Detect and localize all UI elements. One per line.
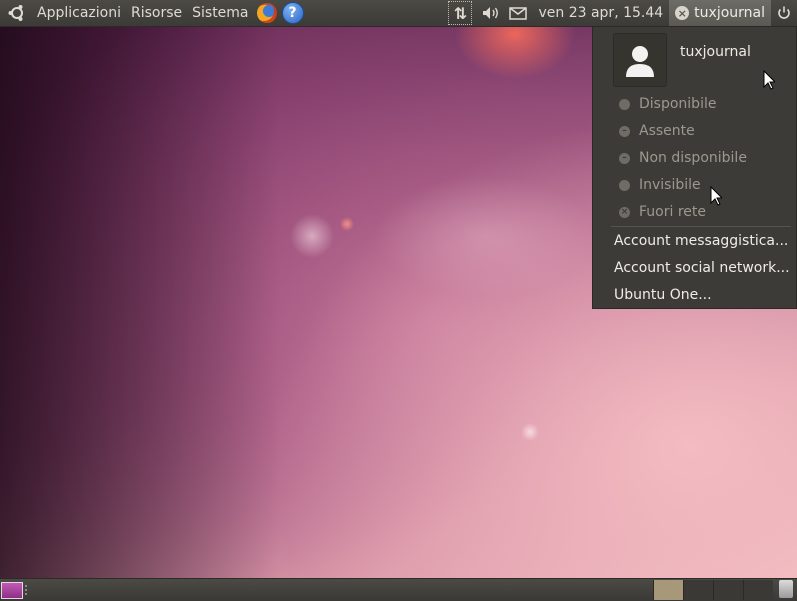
status-non-disponibile[interactable]: – Non disponibile (619, 150, 747, 166)
mouse-cursor-icon (763, 70, 775, 90)
ubuntu-logo-icon[interactable] (6, 2, 28, 24)
menu-separator (611, 226, 791, 227)
menu-risorse[interactable]: Risorse (126, 5, 187, 21)
workspace-2[interactable] (683, 580, 713, 600)
clock[interactable]: ven 23 apr, 15.44 (530, 5, 669, 21)
user-menu-button[interactable]: × tuxjournal (669, 0, 771, 26)
account-social-network-item[interactable]: Account social network... (614, 260, 790, 276)
user-menu-label: tuxjournal (694, 5, 765, 21)
power-icon[interactable] (771, 0, 797, 26)
status-label: Disponibile (639, 96, 717, 112)
system-tray: ⇅ ven 23 apr, 15.44 × tuxjournal (448, 0, 797, 26)
panel-handle[interactable] (25, 585, 30, 595)
status-fuori-rete[interactable]: × Fuori rete (619, 204, 706, 220)
status-invisible-icon (619, 179, 630, 191)
me-menu-dropdown: tuxjournal Disponibile – Assente – Non d… (592, 26, 797, 309)
top-panel: Applicazioni Risorse Sistema ? ⇅ ven 23 … (0, 0, 797, 27)
status-invisibile[interactable]: Invisibile (619, 177, 701, 193)
menu-applicazioni[interactable]: Applicazioni (32, 5, 126, 21)
workspace-1[interactable] (653, 580, 683, 600)
menu-sistema[interactable]: Sistema (187, 5, 253, 21)
workspace-4[interactable] (743, 580, 773, 600)
status-label: Invisibile (639, 177, 701, 193)
status-label: Non disponibile (639, 150, 747, 166)
volume-icon[interactable] (476, 0, 506, 26)
status-busy-icon: – (619, 152, 630, 164)
firefox-icon[interactable] (256, 3, 277, 23)
help-icon[interactable]: ? (281, 2, 304, 24)
mouse-cursor-icon (710, 186, 722, 206)
status-offline-icon: × (619, 206, 630, 218)
ubuntu-one-item[interactable]: Ubuntu One... (614, 287, 712, 303)
workspace-3[interactable] (713, 580, 743, 600)
mail-icon[interactable] (506, 0, 530, 26)
show-desktop-icon[interactable] (1, 582, 23, 599)
account-messaggistica-item[interactable]: Account messaggistica... (614, 233, 788, 249)
status-available-icon (619, 98, 630, 110)
status-disponibile[interactable]: Disponibile (619, 96, 716, 112)
status-assente[interactable]: – Assente (619, 123, 695, 139)
avatar[interactable] (613, 33, 667, 87)
user-avatar-icon (626, 46, 654, 77)
status-away-icon: – (619, 125, 630, 137)
network-icon[interactable]: ⇅ (448, 1, 473, 25)
status-label: Assente (639, 123, 695, 139)
trash-icon[interactable] (779, 580, 793, 598)
status-label: Fuori rete (639, 204, 706, 220)
offline-status-icon: × (675, 6, 690, 20)
bottom-panel (0, 578, 797, 601)
menu-username: tuxjournal (680, 44, 751, 60)
